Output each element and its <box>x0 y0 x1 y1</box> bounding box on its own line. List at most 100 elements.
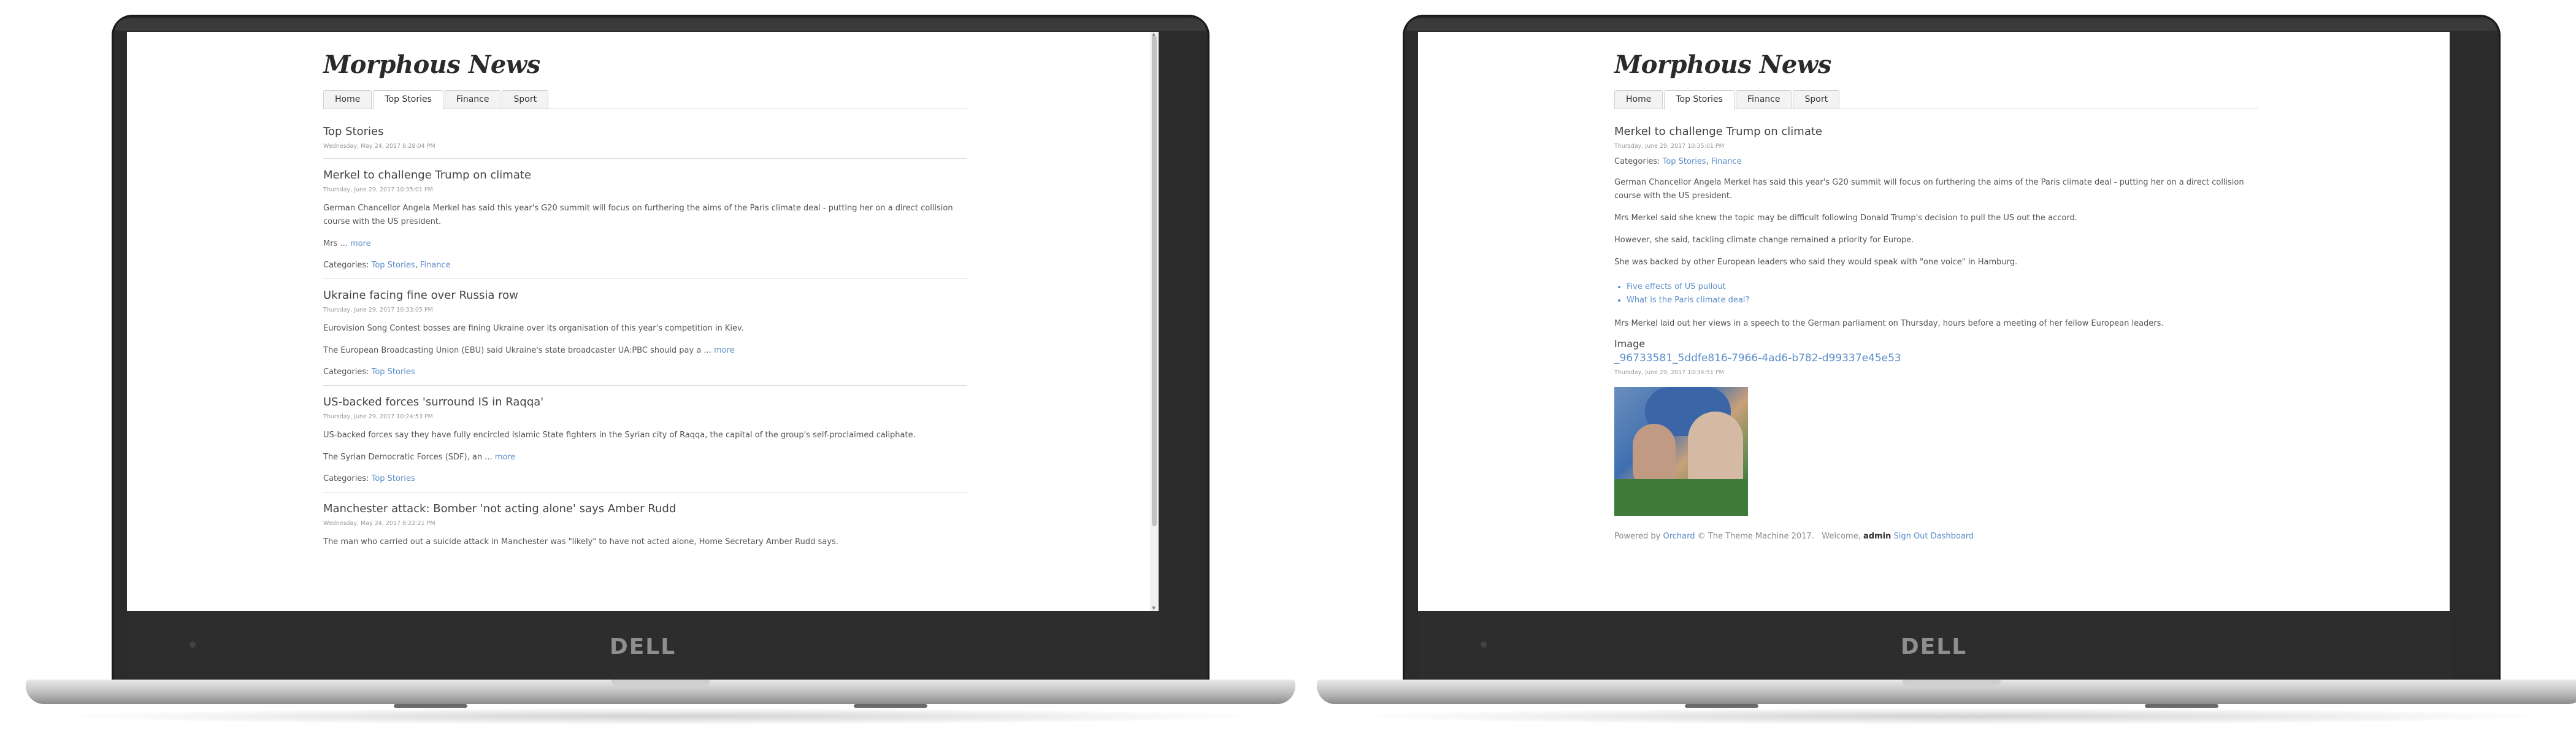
web-page: Morphous News Home Top Stories Finance S… <box>1614 50 2258 541</box>
excerpt-text: The European Broadcasting Union (EBU) sa… <box>323 346 714 355</box>
article-summary: US-backed forces say they have fully enc… <box>323 431 916 440</box>
article-photo <box>1614 387 1748 516</box>
article-item: Manchester attack: Bomber 'not acting al… <box>323 502 967 549</box>
more-link[interactable]: more <box>495 453 516 462</box>
site-title[interactable]: Morphous News <box>323 50 967 79</box>
sign-out-link[interactable]: Sign Out <box>1893 532 1928 541</box>
image-timestamp: Thursday, June 29, 2017 10:34:51 PM <box>1614 369 1724 376</box>
laptop-foot <box>394 704 467 708</box>
page-footer: Powered by Orchard © The Theme Machine 2… <box>1614 532 2258 541</box>
nav-tabs: Home Top Stories Finance Sport <box>1614 90 2258 110</box>
laptop-foot <box>854 704 927 708</box>
more-link[interactable]: more <box>350 239 371 248</box>
article-title[interactable]: Ukraine facing fine over Russia row <box>323 289 967 302</box>
article-timestamp: Thursday, June 29, 2017 10:33:05 PM <box>323 307 433 313</box>
article-title[interactable]: Manchester attack: Bomber 'not acting al… <box>323 502 967 515</box>
article-summary: German Chancellor Angela Merkel has said… <box>323 204 953 226</box>
article-excerpt: The Syrian Democratic Forces (SDF), an .… <box>323 451 967 464</box>
tab-finance[interactable]: Finance <box>444 90 501 109</box>
article-heading: Merkel to challenge Trump on climate <box>1614 125 1822 138</box>
vertical-scrollbar[interactable]: ▲ ▼ <box>1150 32 1159 611</box>
article-categories: Categories: Top Stories, Finance <box>1614 157 1742 166</box>
excerpt-text: The Syrian Democratic Forces (SDF), an .… <box>323 453 495 462</box>
article-paragraph: German Chancellor Angela Merkel has said… <box>1614 178 2244 201</box>
category-link-top-stories[interactable]: Top Stories <box>372 367 415 377</box>
excerpt-text: Mrs ... <box>323 239 350 248</box>
image-link[interactable]: _96733581_5ddfe816-7966-4ad6-b782-d99337… <box>1614 352 2258 364</box>
category-link-top-stories[interactable]: Top Stories <box>372 474 415 483</box>
laptop-foot <box>2145 704 2218 708</box>
article-item: Merkel to challenge Trump on climate Thu… <box>323 169 967 270</box>
article-paragraph: However, she said, tackling climate chan… <box>1614 236 1914 245</box>
dashboard-link[interactable]: Dashboard <box>1931 532 1974 541</box>
sensor-dot <box>190 642 196 648</box>
article-categories: Categories: Top Stories <box>323 367 967 377</box>
tab-home[interactable]: Home <box>323 90 372 109</box>
screen-bezel: DELL <box>127 611 1159 683</box>
tab-finance[interactable]: Finance <box>1735 90 1792 109</box>
more-link[interactable]: more <box>714 346 735 355</box>
laptop-shadow <box>50 708 1271 725</box>
user-link[interactable]: admin <box>1863 532 1891 541</box>
lid-edge <box>115 18 1206 31</box>
related-link[interactable]: What is the Paris climate deal? <box>1627 294 2258 307</box>
tab-sport[interactable]: Sport <box>502 90 549 109</box>
article-paragraph: Mrs Merkel laid out her views in a speec… <box>1614 319 2164 328</box>
tab-top-stories[interactable]: Top Stories <box>373 90 443 110</box>
category-link-finance[interactable]: Finance <box>1711 157 1742 166</box>
sensor-dot <box>1481 642 1487 648</box>
footer-theme: © The Theme Machine 2017. <box>1695 532 1814 541</box>
categories-label: Categories: <box>323 261 369 270</box>
related-link[interactable]: Five effects of US pullout <box>1627 280 2258 294</box>
related-links: Five effects of US pullout What is the P… <box>1614 280 2258 307</box>
categories-label: Categories: <box>323 367 369 377</box>
article-excerpt: Mrs ... more <box>323 237 967 251</box>
nav-tabs: Home Top Stories Finance Sport <box>323 90 967 110</box>
article-excerpt: The European Broadcasting Union (EBU) sa… <box>323 344 967 358</box>
article-categories: Categories: Top Stories <box>323 474 967 483</box>
section-title: Top Stories <box>323 125 384 138</box>
divider <box>323 158 967 159</box>
image-label: Image <box>1614 338 1646 350</box>
divider <box>323 492 967 493</box>
article-item: US-backed forces 'surround IS in Raqqa' … <box>323 396 967 483</box>
tab-sport[interactable]: Sport <box>1793 90 1840 109</box>
scroll-down-icon[interactable]: ▼ <box>1152 606 1157 611</box>
screen: Morphous News Home Top Stories Finance S… <box>1418 32 2450 611</box>
web-page: Morphous News Home Top Stories Finance S… <box>323 50 967 549</box>
article-paragraph: She was backed by other European leaders… <box>1614 258 2018 267</box>
section-timestamp: Wednesday, May 24, 2017 8:28:04 PM <box>323 143 435 150</box>
category-link-finance[interactable]: Finance <box>420 261 451 270</box>
divider <box>323 385 967 386</box>
laptop-foot <box>1685 704 1758 708</box>
laptop-right: Morphous News Home Top Stories Finance S… <box>1317 15 2576 730</box>
article-categories: Categories: Top Stories, Finance <box>323 261 451 270</box>
screen: Morphous News Home Top Stories Finance S… <box>127 32 1159 611</box>
site-title[interactable]: Morphous News <box>1614 50 2258 79</box>
categories-label: Categories: <box>1614 157 1660 166</box>
article-summary: The man who carried out a suicide attack… <box>323 537 838 546</box>
orchard-link[interactable]: Orchard <box>1663 532 1695 541</box>
lid-notch <box>1903 680 2001 686</box>
lid-notch <box>611 680 710 686</box>
related-link-text[interactable]: What is the Paris climate deal? <box>1627 296 1749 305</box>
article-timestamp: Wednesday, May 24, 2017 8:22:21 PM <box>323 520 435 527</box>
laptop-lid: Morphous News Home Top Stories Finance S… <box>112 15 1209 683</box>
photo-shape <box>1614 479 1748 516</box>
divider <box>323 278 967 279</box>
article-timestamp: Thursday, June 29, 2017 10:35:01 PM <box>323 186 433 193</box>
article-title[interactable]: US-backed forces 'surround IS in Raqqa' <box>323 396 967 408</box>
article-timestamp: Thursday, June 29, 2017 10:24:53 PM <box>323 413 433 420</box>
tab-top-stories[interactable]: Top Stories <box>1664 90 1735 110</box>
footer-welcome: Welcome, <box>1822 532 1863 541</box>
laptop-left: Morphous News Home Top Stories Finance S… <box>26 15 1295 730</box>
dell-logo: DELL <box>609 634 677 659</box>
footer-powered: Powered by <box>1614 532 1663 541</box>
article-title[interactable]: Merkel to challenge Trump on climate <box>323 169 967 182</box>
category-link-top-stories[interactable]: Top Stories <box>1663 157 1706 166</box>
tab-home[interactable]: Home <box>1614 90 1663 109</box>
article-paragraph: Mrs Merkel said she knew the topic may b… <box>1614 213 2077 223</box>
scroll-thumb[interactable] <box>1152 36 1157 526</box>
related-link-text[interactable]: Five effects of US pullout <box>1627 282 1726 291</box>
category-link-top-stories[interactable]: Top Stories <box>372 261 415 270</box>
